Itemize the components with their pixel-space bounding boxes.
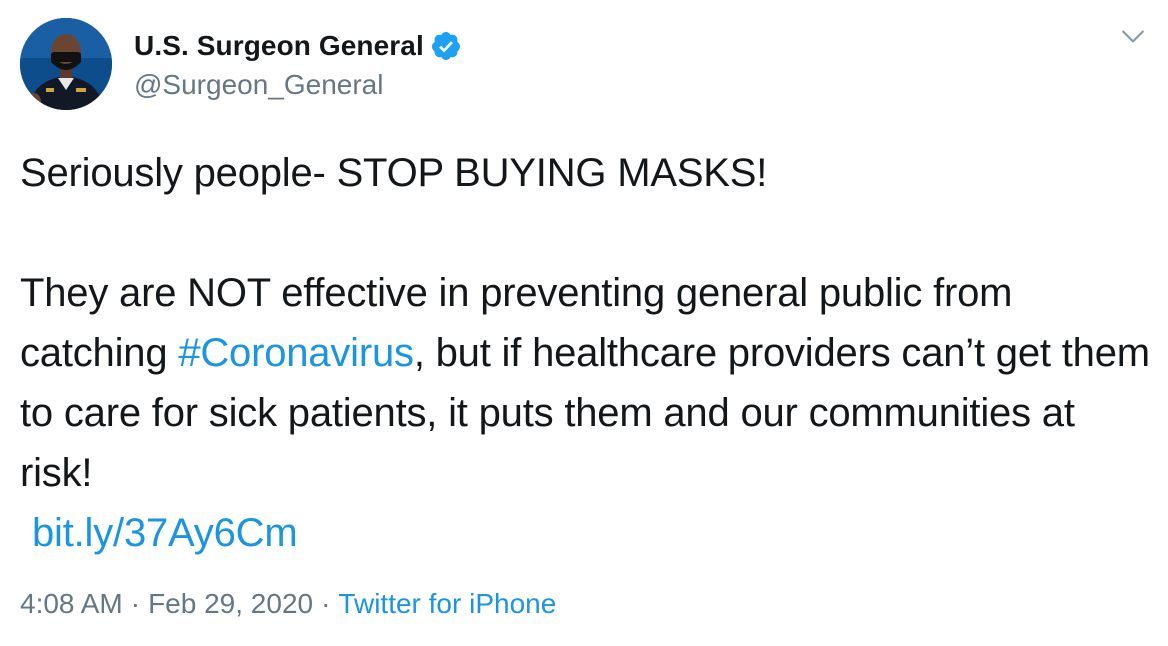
- tweet-source-link[interactable]: Twitter for iPhone: [338, 588, 556, 620]
- tweet-header: U.S. Surgeon General @Surgeon_General: [20, 18, 462, 110]
- verified-badge-icon: [431, 32, 460, 60]
- author-names: U.S. Surgeon General @Surgeon_General: [134, 27, 462, 101]
- meta-separator-2: ·: [321, 588, 331, 619]
- author-handle[interactable]: @Surgeon_General: [134, 69, 462, 101]
- tweet-time[interactable]: 4:08 AM: [20, 588, 123, 620]
- tweet-card: U.S. Surgeon General @Surgeon_General Se…: [0, 0, 1168, 646]
- tweet-line-1: Seriously people- STOP BUYING MASKS!: [20, 151, 768, 195]
- tweet-meta: 4:08 AM · Feb 29, 2020 · Twitter for iPh…: [20, 588, 556, 620]
- tweet-text: Seriously people- STOP BUYING MASKS! The…: [20, 143, 1150, 563]
- meta-separator: ·: [130, 588, 141, 619]
- url-line: bit.ly/37Ay6Cm: [20, 503, 1150, 563]
- author-display-name[interactable]: U.S. Surgeon General: [134, 30, 424, 62]
- avatar[interactable]: [20, 18, 112, 110]
- name-row: U.S. Surgeon General: [134, 27, 462, 65]
- chevron-down-icon[interactable]: [1120, 24, 1146, 50]
- short-url-link[interactable]: bit.ly/37Ay6Cm: [32, 511, 298, 555]
- hashtag-link[interactable]: #Coronavirus: [178, 331, 414, 375]
- tweet-paragraph-2: They are NOT effective in preventing gen…: [20, 263, 1150, 503]
- tweet-date[interactable]: Feb 29, 2020: [148, 588, 313, 620]
